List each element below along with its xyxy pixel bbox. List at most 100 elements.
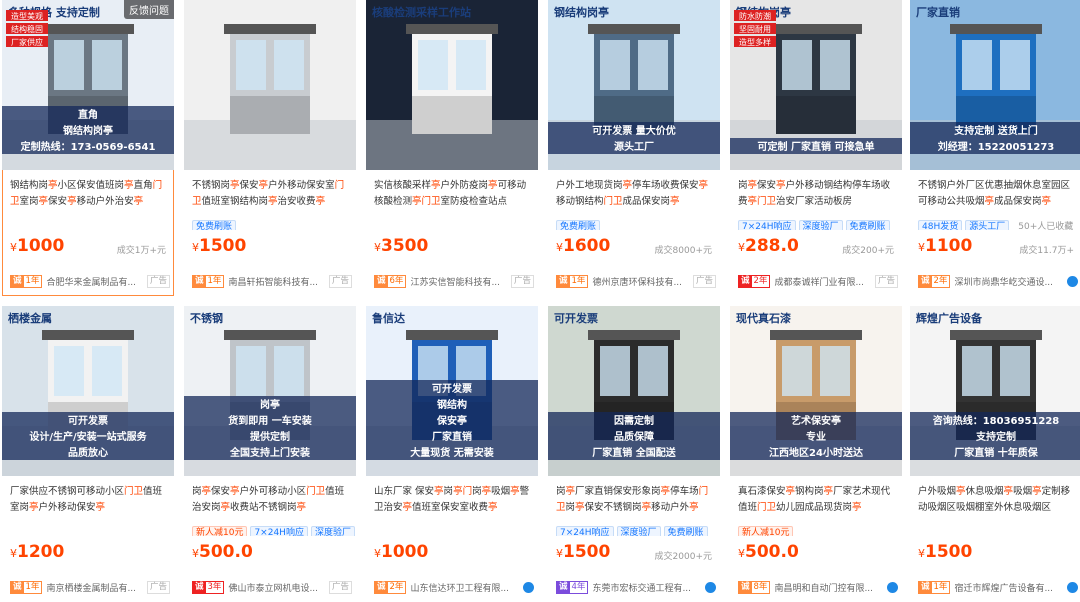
shop-name[interactable]: 山东信达环卫工程有限... <box>410 581 519 594</box>
product-title[interactable]: 山东厂家 保安亭岗亭门岗亭吸烟亭警卫治安亭值班室保安室收费亭 <box>374 484 534 516</box>
price: ¥1200 <box>10 542 65 562</box>
currency-symbol: ¥ <box>918 241 925 254</box>
currency-symbol: ¥ <box>738 547 745 560</box>
image-caption: 现代真石漆 <box>736 311 791 325</box>
shop-name[interactable]: 佛山市泰立网机电设... <box>228 581 325 594</box>
title-fragment: 移动户外治安 <box>76 196 134 207</box>
shop-row[interactable]: 诚 2年 成都泰诚祥门业有限... 广告 <box>738 274 898 288</box>
product-card[interactable]: 可开发票 因需定制 品质保障 厂家直销 全国配送岗亭厂家直销保安形象岗亭停车场门卫岗亭… <box>548 306 720 602</box>
product-image[interactable]: 栖楼金属 可开发票 设计/生产/安装一站式服务 品质放心 <box>2 306 174 476</box>
chat-icon[interactable] <box>1067 275 1078 287</box>
product-image[interactable]: 钢结构岗亭 可开发票 量大价优 源头工厂 <box>548 0 720 170</box>
shop-badge-icon: 诚 <box>193 274 206 288</box>
shop-name[interactable]: 深圳市尚鼎华屹交通设... <box>954 275 1063 288</box>
product-title[interactable]: 户外工地现货岗亭停车场收费保安亭移动钢结构门卫成品保安岗亭 <box>556 178 716 210</box>
shop-years-badge: 诚 6年 <box>374 274 407 288</box>
product-image[interactable]: 厂家直销 支持定制 送货上门 刘经理：15220051273 <box>910 0 1080 170</box>
product-title[interactable]: 钢结构岗亭小区保安值班岗亭直角门卫室岗亭保安亭移动户外治安亭 <box>10 178 170 210</box>
shop-name[interactable]: 德州京唐环保科技有... <box>592 275 689 288</box>
price: ¥500.0 <box>738 542 799 562</box>
product-image[interactable]: 现代真石漆 艺术保安亭 专业 江西地区24小时送达 <box>730 306 902 476</box>
shop-row[interactable]: 诚 3年 佛山市泰立网机电设... 广告 <box>192 580 352 594</box>
image-label: 坚固耐用 <box>739 24 771 34</box>
product-title[interactable]: 不锈钢岗亭保安亭户外移动保安室门卫值班室钢结构岗亭治安收费亭 <box>192 178 352 210</box>
product-title[interactable]: 真石漆保安亭钢构岗亭厂家艺术现代值班门卫幼儿园成品现货岗亭 <box>738 484 898 516</box>
product-title[interactable]: 岗亭保安亭户外移动钢结构停车场收费亭门卫治安厂家活动板房 <box>738 178 898 210</box>
shop-row[interactable]: 诚 6年 江苏实信智能科技有... 广告 <box>374 274 534 288</box>
title-fragment: 厂家直销保安形象岗 <box>575 486 661 497</box>
chat-icon[interactable] <box>887 581 898 593</box>
title-fragment: 亭 <box>565 486 576 497</box>
ad-label: 广告 <box>146 580 170 594</box>
service-tag: 新人减10元 <box>738 526 794 536</box>
shop-row[interactable]: 诚 1年 南昌轩拓智能科技有... 广告 <box>192 274 352 288</box>
feedback-button[interactable]: 反馈问题 <box>124 0 174 19</box>
product-title[interactable]: 岗亭厂家直销保安形象岗亭停车场门卫岗亭保安不锈钢岗亭移动户外亭 <box>556 484 716 516</box>
title-fragment: 亭 <box>852 502 862 513</box>
product-card[interactable]: 鲁信达 可开发票 钢结构 保安亭 厂家直销 大量现货 无需安装山东厂家 保安亭岗亭门岗亭吸… <box>366 306 538 602</box>
title-fragment: 岗 <box>738 180 748 191</box>
shop-row[interactable]: 诚 2年 山东信达环卫工程有限... <box>374 580 534 594</box>
product-image[interactable] <box>184 0 356 170</box>
shop-row[interactable]: 诚 4年 东莞市宏标交通工程有... <box>556 580 716 594</box>
chat-icon[interactable] <box>523 581 534 593</box>
shop-years-badge: 诚 3年 <box>192 580 225 594</box>
shop-row[interactable]: 诚 1年 南京栖楼金属制品有... 广告 <box>10 580 170 594</box>
title-fragment: 值班室钢结构岗 <box>201 196 269 207</box>
booth-illustration: 不锈钢岗亭货到即用 一车安装提供定制全国支持上门安装 <box>184 306 356 476</box>
shop-name[interactable]: 成都泰诚祥门业有限... <box>774 275 871 288</box>
product-image[interactable]: 钢结构岗亭可定制 厂家直销 可接急单防水防潮坚固耐用造型多样 <box>730 0 902 170</box>
product-card[interactable]: 辉煌广告设备 咨询热线：18036951228 支持定制 厂家直销 十年质保户外吸烟亭… <box>910 306 1080 602</box>
title-fragment: 山东厂家 保安 <box>374 486 435 497</box>
product-title[interactable]: 厂家供应不锈钢可移动小区门卫值班室岗亭户外移动保安亭 <box>10 484 170 516</box>
product-image[interactable]: 鲁信达 可开发票 钢结构 保安亭 厂家直销 大量现货 无需安装 <box>366 306 538 476</box>
product-title[interactable]: 不锈钢户外厂区优惠抽烟休息室园区可移动公共吸烟亭成品保安岗亭 <box>918 178 1078 210</box>
image-label: 造型美观 <box>11 11 43 21</box>
product-image[interactable]: 可开发票 因需定制 品质保障 厂家直销 全国配送 <box>548 306 720 476</box>
shop-name[interactable]: 合肥华来金属制品有... <box>46 275 143 288</box>
product-image[interactable]: 不锈钢 岗亭 货到即用 一车安装 提供定制 全国支持上门安装 <box>184 306 356 476</box>
shop-years: 1年 <box>25 581 40 592</box>
title-fragment: 真石漆保安 <box>738 486 786 497</box>
ad-label: 广告 <box>692 274 716 288</box>
shop-row[interactable]: 诚 2年 深圳市尚鼎华屹交通设... <box>918 274 1078 288</box>
shop-name[interactable]: 东莞市宏标交通工程有... <box>592 581 701 594</box>
image-caption: 专业 <box>806 430 826 443</box>
shop-row[interactable]: 诚 1年 德州京唐环保科技有... 广告 <box>556 274 716 288</box>
shop-years: 2年 <box>753 275 768 286</box>
shop-name[interactable]: 宿迁市辉煌广告设备有... <box>954 581 1063 594</box>
product-title[interactable]: 岗亭保安亭户外可移动小区门卫值班治安岗亭收费站不锈钢岗亭 <box>192 484 352 516</box>
shop-name[interactable]: 江苏实信智能科技有... <box>410 275 507 288</box>
product-card[interactable]: 不锈钢 岗亭 货到即用 一车安装 提供定制 全国支持上门安装岗亭保安亭户外可移动小区门卫… <box>184 306 356 602</box>
booth-illustration: 厂家直销支持定制 送货上门刘经理：15220051273 <box>910 0 1080 170</box>
shop-years-badge: 诚 2年 <box>738 274 771 288</box>
product-image[interactable]: 核酸检测采样工作站 <box>366 0 538 170</box>
product-card[interactable]: 厂家直销 支持定制 送货上门 刘经理：15220051273 不锈钢户外厂区优惠抽烟休… <box>910 0 1080 296</box>
shop-name[interactable]: 南昌明和自动门控有限... <box>774 581 883 594</box>
product-card[interactable]: 钢结构岗亭可定制 厂家直销 可接急单防水防潮坚固耐用造型多样岗亭保安亭户外移动钢… <box>730 0 902 296</box>
ad-label: 广告 <box>146 274 170 288</box>
product-card[interactable]: 现代真石漆 艺术保安亭 专业 江西地区24小时送达 真石漆保安亭钢构岗亭厂家艺术现代值班… <box>730 306 902 602</box>
shop-name[interactable]: 南昌轩拓智能科技有... <box>228 275 325 288</box>
chat-icon[interactable] <box>705 581 716 593</box>
title-fragment: 移动钢结构 <box>556 196 604 207</box>
image-caption: 提供定制 <box>250 430 290 443</box>
shop-name[interactable]: 南京栖楼金属制品有... <box>46 581 143 594</box>
shop-row[interactable]: 诚 1年 宿迁市辉煌广告设备有... <box>918 580 1078 594</box>
product-title[interactable]: 户外吸烟亭休息吸烟亭吸烟亭定制移动吸烟区吸烟棚室外休息吸烟区 <box>918 484 1078 516</box>
product-card[interactable]: 多种规格 支持定制 直角 钢结构岗亭 定制热线：173-0569-6541 造型美观 结构… <box>2 0 174 296</box>
product-card[interactable]: 核酸检测采样工作站 实信核酸采样亭户外防疫岗亭可移动核酸检测亭门卫室防疫检查站点 ¥… <box>366 0 538 296</box>
service-tag: 新人减10元 <box>192 526 248 536</box>
product-image[interactable]: 多种规格 支持定制 直角 钢结构岗亭 定制热线：173-0569-6541 造型美观 结构… <box>2 0 174 170</box>
product-card[interactable]: 不锈钢岗亭保安亭户外移动保安室门卫值班室钢结构岗亭治安收费亭 免费刷账 ¥1500 诚… <box>184 0 356 296</box>
product-title[interactable]: 实信核酸采样亭户外防疫岗亭可移动核酸检测亭门卫室防疫检查站点 <box>374 178 534 210</box>
chat-icon[interactable] <box>1067 581 1078 593</box>
product-card[interactable]: 钢结构岗亭 可开发票 量大价优 源头工厂户外工地现货岗亭停车场收费保安亭移动钢结构门… <box>548 0 720 296</box>
title-fragment: 收费站不锈钢岗 <box>230 502 297 513</box>
shop-row[interactable]: 诚 8年 南昌明和自动门控有限... <box>738 580 898 594</box>
product-card[interactable]: 栖楼金属 可开发票 设计/生产/安装一站式服务 品质放心厂家供应不锈钢可移动小区门卫值… <box>2 306 174 602</box>
shop-badge-icon: 诚 <box>11 274 24 288</box>
product-image[interactable]: 辉煌广告设备 咨询热线：18036951228 支持定制 厂家直销 十年质保 <box>910 306 1080 476</box>
shop-row[interactable]: 诚 1年 合肥华来金属制品有... 广告 <box>10 274 170 288</box>
title-fragment: 亭 <box>67 196 77 207</box>
